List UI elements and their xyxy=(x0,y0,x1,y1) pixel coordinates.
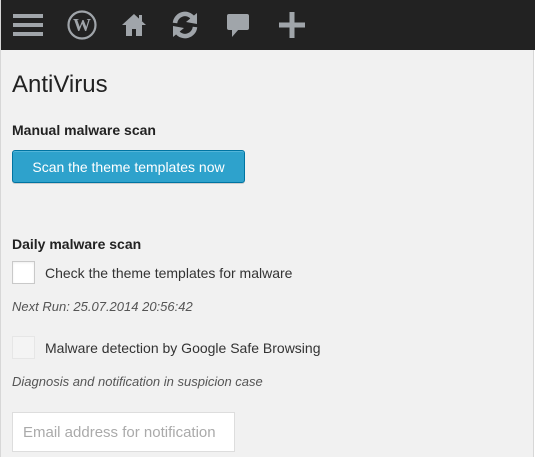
safe-browsing-label[interactable]: Malware detection by Google Safe Browsin… xyxy=(45,340,320,356)
daily-scan-heading: Daily malware scan xyxy=(12,236,142,252)
svg-text:W: W xyxy=(73,15,91,35)
notification-email-input[interactable] xyxy=(12,412,235,452)
comments-icon[interactable] xyxy=(211,0,265,50)
safe-browsing-checkbox[interactable] xyxy=(12,336,35,359)
check-templates-row: Check the theme templates for malware xyxy=(12,261,292,284)
admin-bar: W xyxy=(1,0,535,50)
check-templates-checkbox[interactable] xyxy=(12,261,35,284)
menu-icon[interactable] xyxy=(1,0,55,50)
page-title: AntiVirus xyxy=(12,71,108,98)
scan-templates-button[interactable]: Scan the theme templates now xyxy=(12,150,245,183)
updates-icon[interactable] xyxy=(159,0,211,50)
diagnosis-note: Diagnosis and notification in suspicion … xyxy=(12,374,263,389)
manual-scan-heading: Manual malware scan xyxy=(12,122,156,138)
home-icon[interactable] xyxy=(109,0,159,50)
add-new-icon[interactable] xyxy=(265,0,319,50)
wordpress-icon[interactable]: W xyxy=(55,0,109,50)
app-frame: W AntiVirus Manual malware scan Scan the… xyxy=(0,0,535,457)
safe-browsing-row: Malware detection by Google Safe Browsin… xyxy=(12,336,320,359)
check-templates-label[interactable]: Check the theme templates for malware xyxy=(45,265,292,281)
next-run-text: Next Run: 25.07.2014 20:56:42 xyxy=(12,299,193,314)
